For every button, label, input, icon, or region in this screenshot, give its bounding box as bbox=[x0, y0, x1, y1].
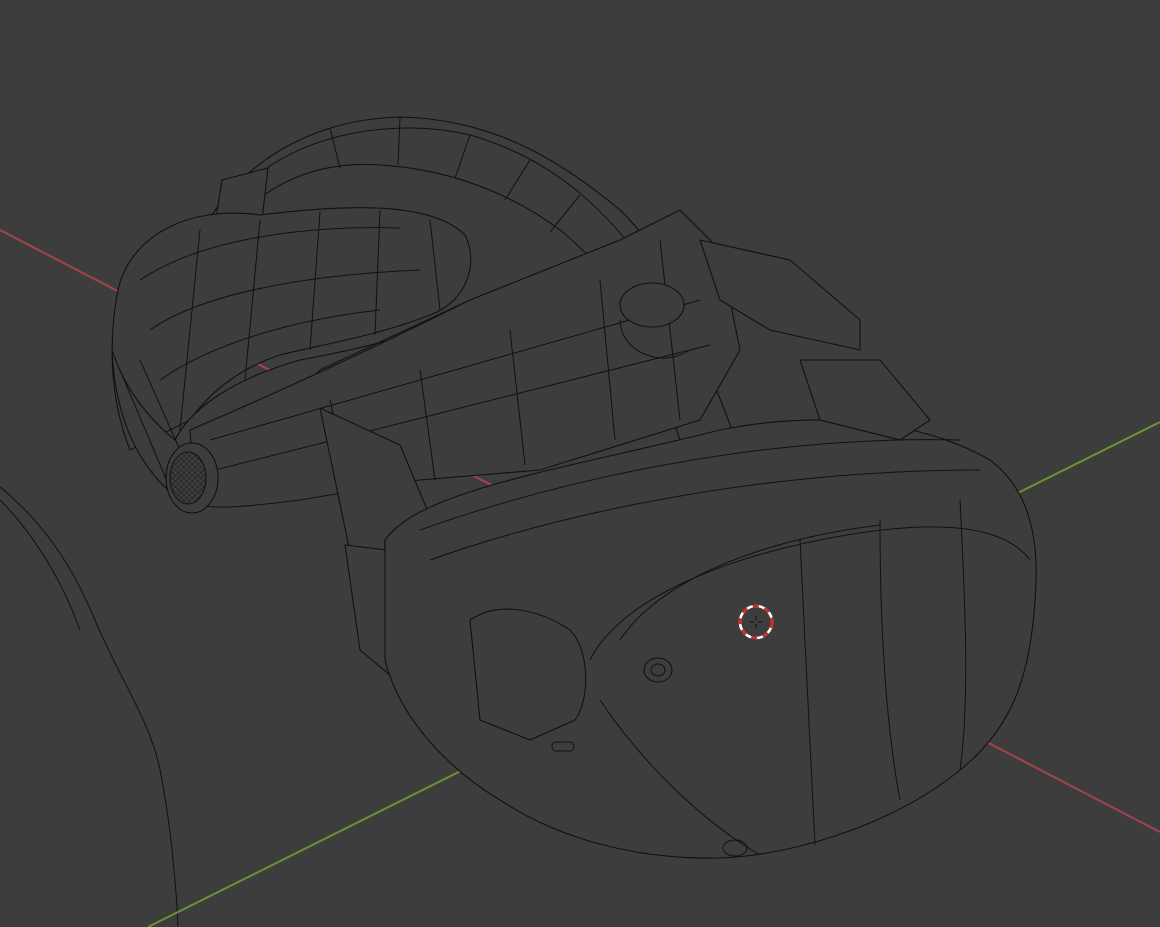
background-object-outline bbox=[0, 486, 179, 927]
3d-viewport[interactable] bbox=[0, 0, 1160, 927]
vr-headset-model[interactable] bbox=[111, 116, 1037, 859]
speaker-grille bbox=[165, 442, 219, 514]
viewport-canvas[interactable] bbox=[0, 0, 1160, 927]
front-camera-left bbox=[643, 657, 673, 683]
